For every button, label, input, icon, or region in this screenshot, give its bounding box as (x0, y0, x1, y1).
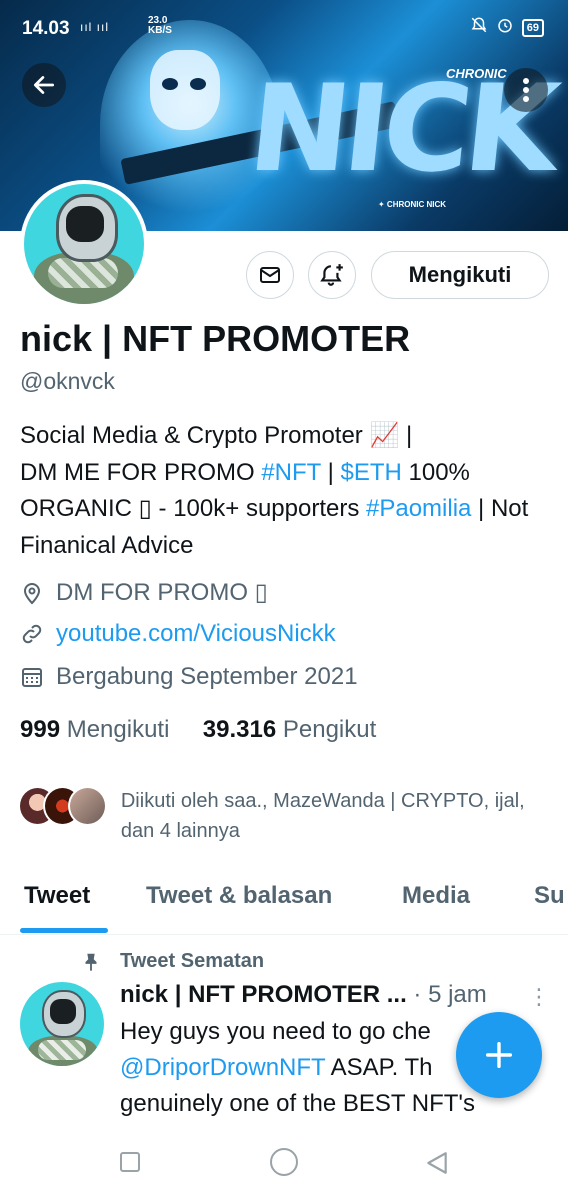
bio-text: DM ME FOR PROMO (20, 458, 262, 486)
following-button[interactable]: Mengikuti (371, 251, 549, 299)
bio-text: | (320, 458, 341, 486)
following-count-link[interactable]: 999 Mengikuti (20, 716, 169, 743)
website-link[interactable]: youtube.com/ViciousNickk (56, 620, 336, 648)
cashtag-eth-link[interactable]: $ETH (340, 459, 401, 486)
bio-text: Social Media & Crypto Promoter 📈 | (20, 422, 413, 449)
profile-location: DM FOR PROMO ▯ (20, 578, 268, 607)
follow-counts: 999 Mengikuti 39.316 Pengikut (20, 716, 376, 744)
avatar-visor (66, 206, 104, 242)
status-right: 69 (470, 16, 544, 39)
network-speed: 23.0 KB/S (148, 16, 172, 36)
status-bar: 14.03 ııl ııl 23.0 KB/S 69 (0, 0, 568, 40)
calendar-icon (22, 668, 42, 687)
banner-eye (162, 78, 178, 90)
profile-joined: Bergabung September 2021 (20, 663, 358, 691)
profile-avatar[interactable] (20, 180, 148, 308)
active-tab-indicator (20, 928, 108, 933)
followers-label: Pengikut (282, 716, 377, 743)
tweet-author-avatar[interactable] (20, 982, 104, 1066)
back-arrow-icon (33, 76, 55, 94)
alarm-icon (496, 16, 514, 39)
home-icon[interactable] (268, 1146, 300, 1178)
battery-icon: 69 (521, 18, 544, 37)
profile-tabs: Tweet Tweet & balasan Media Su (0, 870, 568, 935)
bell-plus-icon (320, 264, 343, 286)
profile-bio: Social Media & Crypto Promoter 📈 | DM ME … (20, 418, 550, 564)
avatar-suit-pattern (38, 1040, 86, 1060)
banner-eye (190, 78, 206, 90)
banner-skull-mask (150, 50, 220, 130)
signal-icon: ııl ııl (80, 20, 110, 34)
following-count: 999 (20, 716, 61, 743)
tweet-text-part: Hey guys you need to go che (120, 1018, 431, 1045)
pinned-text: Tweet Sematan (120, 950, 265, 972)
link-icon (22, 624, 42, 644)
system-nav-bar (0, 1124, 568, 1200)
following-label: Mengikuti (66, 716, 170, 743)
hashtag-nft-link[interactable]: #NFT (261, 459, 321, 486)
banner-chronic-text: CHRONIC (446, 66, 507, 81)
compose-tweet-button[interactable] (456, 1012, 542, 1098)
tab-media[interactable]: Media (402, 882, 470, 910)
tweet-text-part: ASAP. Th (325, 1054, 433, 1081)
plus-icon (485, 1041, 513, 1069)
recent-apps-icon[interactable] (118, 1150, 142, 1174)
mail-icon (260, 267, 280, 283)
banner-caption: ✦ CHRONIC NICK (378, 200, 447, 209)
notifications-button[interactable] (308, 251, 356, 299)
tab-tweet[interactable]: Tweet (24, 882, 90, 910)
tab-likes[interactable]: Su (534, 882, 565, 910)
more-options-button[interactable] (504, 68, 548, 112)
follower-avatar (67, 786, 107, 826)
profile-handle: @oknvck (20, 368, 115, 394)
location-pin-icon (23, 582, 41, 604)
more-vertical-icon (523, 78, 529, 102)
mute-icon (470, 16, 488, 39)
back-nav-icon[interactable] (424, 1150, 450, 1176)
location-text: DM FOR PROMO ▯ (56, 579, 268, 606)
back-button[interactable] (22, 63, 66, 107)
pinned-label: Tweet Sematan (80, 950, 264, 973)
joined-text: Bergabung September 2021 (56, 663, 358, 690)
profile-website[interactable]: youtube.com/ViciousNickk (20, 620, 336, 648)
pin-icon (85, 953, 97, 971)
tweet-header: nick | NFT PROMOTER ... · 5 jam (120, 981, 487, 1009)
followers-count-link[interactable]: 39.316 Pengikut (203, 716, 376, 743)
tweet-time: · 5 jam (413, 981, 487, 1008)
tweet-text-part: genuinely one of the BEST NFT's (120, 1090, 475, 1117)
message-button[interactable] (246, 251, 294, 299)
profile-name: nick | NFT PROMOTER (20, 318, 411, 359)
status-time: 14.03 (22, 18, 70, 39)
avatar-visor (50, 999, 76, 1024)
tweet-more-icon[interactable]: ⋮ (528, 984, 550, 1010)
avatar-suit-pattern (48, 258, 118, 288)
avatar-image (24, 184, 144, 304)
mention-link[interactable]: @DriporDrownNFT (120, 1054, 325, 1081)
tweet-author-name[interactable]: nick | NFT PROMOTER ... (120, 981, 407, 1008)
hashtag-paomilia-link[interactable]: #Paomilia (366, 495, 471, 522)
followed-by[interactable]: Diikuti oleh saa., MazeWanda | CRYPTO, i… (18, 786, 548, 846)
tab-tweet-and-replies[interactable]: Tweet & balasan (146, 882, 332, 910)
network-speed-unit: KB/S (148, 25, 172, 36)
followed-by-text: Diikuti oleh saa., MazeWanda | CRYPTO, i… (120, 790, 525, 842)
followers-count: 39.316 (202, 716, 277, 743)
